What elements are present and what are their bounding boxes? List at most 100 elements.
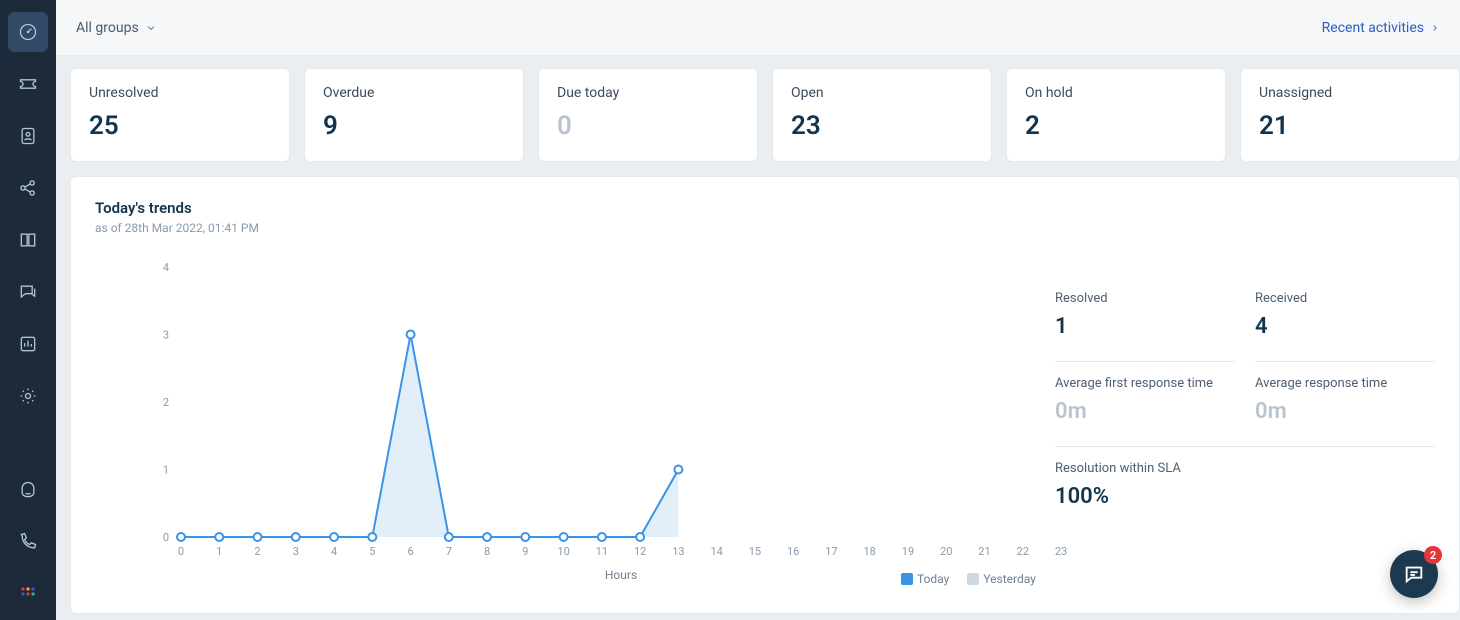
sidebar-item-dashboard[interactable] [8,12,48,52]
dashboard-icon [18,22,38,42]
svg-text:3: 3 [163,329,169,342]
svg-text:6: 6 [407,545,413,558]
summary-cards-row: Unresolved 25 Overdue 9 Due today 0 Open 23 On h… [70,68,1460,162]
card-label: Unresolved [89,85,271,101]
summary-card[interactable]: Overdue 9 [304,68,524,162]
svg-text:20: 20 [940,545,952,558]
stat-cell: Received 4 [1255,277,1435,361]
svg-text:2: 2 [163,396,169,409]
trends-panel: Today's trends as of 28th Mar 2022, 01:4… [70,176,1460,614]
social-icon [18,178,38,198]
sidebar-item-tickets[interactable] [8,64,48,104]
summary-card[interactable]: Unassigned21 [1240,68,1460,162]
trends-title: Today's trends [95,199,1435,217]
chat-badge: 2 [1424,546,1442,564]
recent-activities-label: Recent activities [1322,20,1424,36]
stat-label: Received [1255,291,1435,306]
stat-cell: Resolved1 [1055,277,1235,361]
card-value: 23 [791,111,973,141]
svg-text:19: 19 [902,545,914,558]
recent-activities-link[interactable]: Recent activities [1322,20,1440,36]
stat-cell: Average response time 0m [1255,361,1435,446]
contacts-icon [18,126,38,146]
card-label: Overdue [323,85,505,101]
solutions-icon [18,230,38,250]
svg-text:22: 22 [1017,545,1029,558]
stat-value: 100% [1055,484,1435,509]
sidebar-item-social[interactable] [8,168,48,208]
chart-legend: Today Yesterday [901,572,1036,586]
sidebar-item-contacts[interactable] [8,116,48,156]
forums-icon [18,282,38,302]
apps-icon [18,584,38,604]
svg-text:8: 8 [484,545,490,558]
card-value: 0 [557,111,739,141]
svg-text:14: 14 [710,545,722,558]
card-label: On hold [1025,85,1207,101]
chevron-right-icon [1430,23,1440,33]
stat-label: Average response time [1255,376,1435,391]
stat-cell: Resolution within SLA 100% [1055,446,1435,531]
stat-label: Resolved [1055,291,1235,306]
analytics-icon [18,334,38,354]
ticket-icon [18,74,38,94]
header-bar: All groups Recent activities [56,0,1460,56]
card-label: Unassigned [1259,85,1441,101]
sidebar-item-analytics[interactable] [8,324,48,364]
svg-text:13: 13 [672,545,684,558]
stat-cell: Average first response time0m [1055,361,1235,446]
sidebar-item-solutions[interactable] [8,220,48,260]
sidebar-item-phone[interactable] [8,522,48,562]
phone-icon [18,532,38,552]
trends-chart-svg: 0123401234567891011121314151617181920212… [151,257,1071,587]
chevron-down-icon [145,22,157,34]
card-value: 25 [89,111,271,141]
legend-today: Today [901,572,949,586]
stat-label: Resolution within SLA [1055,461,1435,476]
svg-text:11: 11 [596,545,608,558]
stat-value: 0m [1255,399,1435,424]
summary-card[interactable]: Due today 0 [538,68,758,162]
svg-text:9: 9 [522,545,528,558]
admin-icon [18,386,38,406]
svg-text:12: 12 [634,545,646,558]
svg-text:4: 4 [331,545,337,558]
freddy-icon [18,480,38,500]
svg-text:18: 18 [864,545,876,558]
sidebar-item-forums[interactable] [8,272,48,312]
svg-text:7: 7 [446,545,452,558]
trends-subtitle: as of 28th Mar 2022, 01:41 PM [95,221,1435,235]
svg-text:16: 16 [787,545,799,558]
svg-text:21: 21 [978,545,990,558]
group-filter[interactable]: All groups [76,20,157,36]
chat-icon [1403,563,1425,585]
svg-text:17: 17 [825,545,837,558]
summary-card[interactable]: On hold 2 [1006,68,1226,162]
sidebar-item-apps[interactable] [8,574,48,614]
stat-label: Average first response time [1055,376,1235,391]
card-label: Due today [557,85,739,101]
sidebar [0,0,56,620]
legend-yesterday: Yesterday [967,572,1036,586]
svg-text:1: 1 [216,545,222,558]
trends-chart: 0123401234567891011121314151617181920212… [151,257,1071,587]
main-content: Unresolved25Overdue9Due today0Open23On h… [56,56,1460,620]
summary-card[interactable]: Unresolved 25 [70,68,290,162]
sidebar-item-admin[interactable] [8,376,48,416]
summary-card[interactable]: Open 23 [772,68,992,162]
svg-text:Hours: Hours [605,568,637,582]
stat-value: 4 [1255,314,1435,339]
card-value: 2 [1025,111,1207,141]
group-filter-label: All groups [76,20,139,36]
chat-fab[interactable]: 2 [1390,550,1438,598]
svg-text:5: 5 [369,545,375,558]
trends-stats: Resolved1 Received 4 Average first response… [1055,277,1435,531]
svg-text:0: 0 [163,531,169,544]
card-value: 9 [323,111,505,141]
svg-text:3: 3 [293,545,299,558]
sidebar-item-freddy[interactable] [8,470,48,510]
svg-text:15: 15 [749,545,761,558]
svg-text:1: 1 [163,464,169,477]
svg-text:4: 4 [163,261,169,274]
card-label: Open [791,85,973,101]
